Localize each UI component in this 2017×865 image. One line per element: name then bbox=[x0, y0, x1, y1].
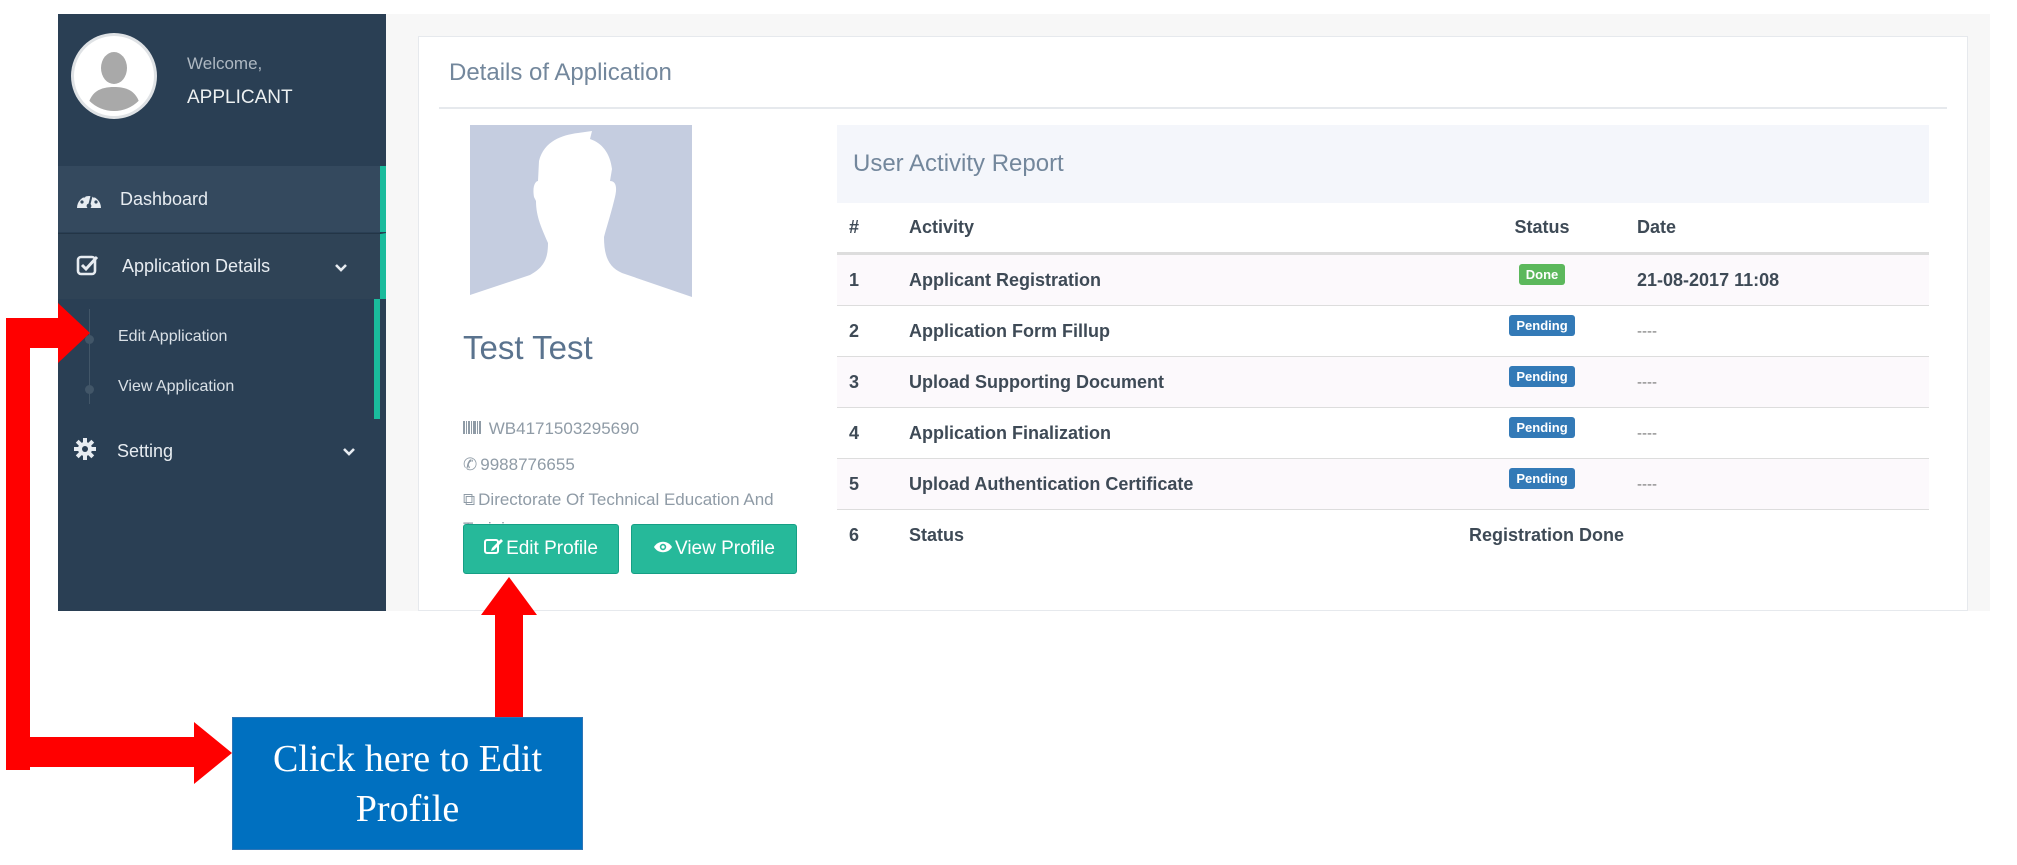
activity-table: # Activity Status Date 1 Applicant Regis… bbox=[837, 203, 1929, 560]
barcode-icon bbox=[463, 419, 486, 438]
sidebar-item-setting[interactable]: Setting bbox=[58, 418, 386, 484]
report-header: User Activity Report bbox=[837, 125, 1929, 203]
username: APPLICANT bbox=[187, 87, 293, 108]
row-date: ---- bbox=[1637, 475, 1657, 493]
overall-status: Registration Done bbox=[1469, 524, 1625, 545]
phone-icon: ✆ bbox=[463, 455, 478, 474]
application-details-panel: Details of Application Test Test WB41715… bbox=[418, 36, 1968, 611]
application-id: WB4171503295690 bbox=[463, 419, 639, 439]
edit-icon bbox=[484, 537, 504, 561]
sidebar-subitem-edit-application[interactable]: Edit Application bbox=[118, 328, 227, 346]
sidebar-item-dashboard[interactable]: Dashboard bbox=[58, 166, 386, 232]
table-row: 1 Applicant Registration Done 21-08-2017… bbox=[837, 254, 1929, 305]
sidebar-subitem-view-application[interactable]: View Application bbox=[118, 378, 234, 396]
sidebar-item-label: Setting bbox=[117, 440, 174, 461]
table-row-summary: 6 Status Registration Done bbox=[837, 509, 1929, 560]
chevron-down-icon bbox=[342, 444, 356, 462]
row-activity: Applicant Registration bbox=[909, 269, 1102, 290]
arrowhead-up-icon bbox=[481, 577, 537, 615]
table-row: 3 Upload Supporting Document Pending ---… bbox=[837, 356, 1929, 407]
row-date: ---- bbox=[1637, 373, 1657, 391]
user-silhouette-icon bbox=[470, 131, 692, 303]
sidebar-item-application-details[interactable]: Application Details bbox=[58, 233, 386, 299]
check-square-icon bbox=[76, 254, 102, 276]
column-header: Activity bbox=[909, 217, 975, 237]
user-silhouette-icon bbox=[87, 52, 141, 111]
row-number: 4 bbox=[849, 422, 860, 443]
divider bbox=[439, 107, 1947, 109]
phone: ✆ 9988776655 bbox=[463, 455, 575, 475]
avatar bbox=[74, 36, 154, 116]
status-badge: Pending bbox=[1509, 365, 1575, 387]
row-date: ---- bbox=[1637, 322, 1657, 340]
row-number: 6 bbox=[849, 524, 860, 545]
view-profile-button[interactable]: View Profile bbox=[631, 524, 797, 574]
phone-value: 9988776655 bbox=[480, 455, 575, 474]
sidebar: Welcome, APPLICANT Dashboard Application… bbox=[58, 14, 386, 611]
row-number: 3 bbox=[849, 371, 860, 392]
edit-profile-button[interactable]: Edit Profile bbox=[463, 524, 619, 574]
page-title: Details of Application bbox=[449, 59, 672, 86]
status-badge: Pending bbox=[1509, 314, 1575, 336]
arrowhead-right-icon bbox=[194, 722, 232, 784]
row-activity: Status bbox=[909, 524, 965, 545]
chevron-down-icon bbox=[334, 260, 348, 278]
status-badge: Pending bbox=[1509, 467, 1575, 489]
annotation-callout: Click here to Edit Profile bbox=[232, 717, 583, 850]
welcome-text: Welcome, bbox=[187, 54, 263, 73]
column-header: Status bbox=[1514, 217, 1570, 237]
status-badge: Pending bbox=[1509, 416, 1575, 438]
table-row: 5 Upload Authentication Certificate Pend… bbox=[837, 458, 1929, 509]
profile-photo bbox=[470, 125, 692, 303]
row-activity: Upload Supporting Document bbox=[909, 371, 1164, 392]
row-activity: Application Form Fillup bbox=[909, 320, 1110, 341]
application-id-value: WB4171503295690 bbox=[488, 419, 640, 438]
external-link-icon: ⧉ bbox=[463, 490, 476, 509]
table-row: 4 Application Finalization Pending ---- bbox=[837, 407, 1929, 458]
column-header: Date bbox=[1637, 217, 1677, 237]
eye-icon bbox=[653, 538, 673, 560]
gear-icon bbox=[74, 438, 100, 460]
row-number: 5 bbox=[849, 473, 860, 494]
column-header: # bbox=[849, 217, 860, 237]
sidebar-item-label: Dashboard bbox=[120, 188, 209, 209]
submenu-application-details: Edit Application View Application bbox=[58, 299, 380, 419]
row-date: ---- bbox=[1637, 424, 1657, 442]
row-number: 1 bbox=[849, 269, 860, 290]
status-badge: Done bbox=[1518, 263, 1566, 285]
sidebar-profile: Welcome, APPLICANT bbox=[58, 14, 386, 164]
report-title: User Activity Report bbox=[853, 150, 1064, 177]
arrowhead-right-icon bbox=[58, 303, 90, 363]
dashboard-icon bbox=[76, 188, 102, 210]
row-activity: Upload Authentication Certificate bbox=[909, 473, 1194, 494]
table-row: 2 Application Form Fillup Pending ---- bbox=[837, 305, 1929, 356]
row-date: 21-08-2017 11:08 bbox=[1637, 269, 1780, 290]
row-activity: Application Finalization bbox=[909, 422, 1111, 443]
sidebar-item-label: Application Details bbox=[122, 256, 271, 276]
applicant-name: Test Test bbox=[463, 329, 593, 366]
row-number: 2 bbox=[849, 320, 860, 341]
table-header-row: # Activity Status Date bbox=[837, 203, 1929, 254]
submenu-bullet-icon bbox=[85, 385, 94, 394]
